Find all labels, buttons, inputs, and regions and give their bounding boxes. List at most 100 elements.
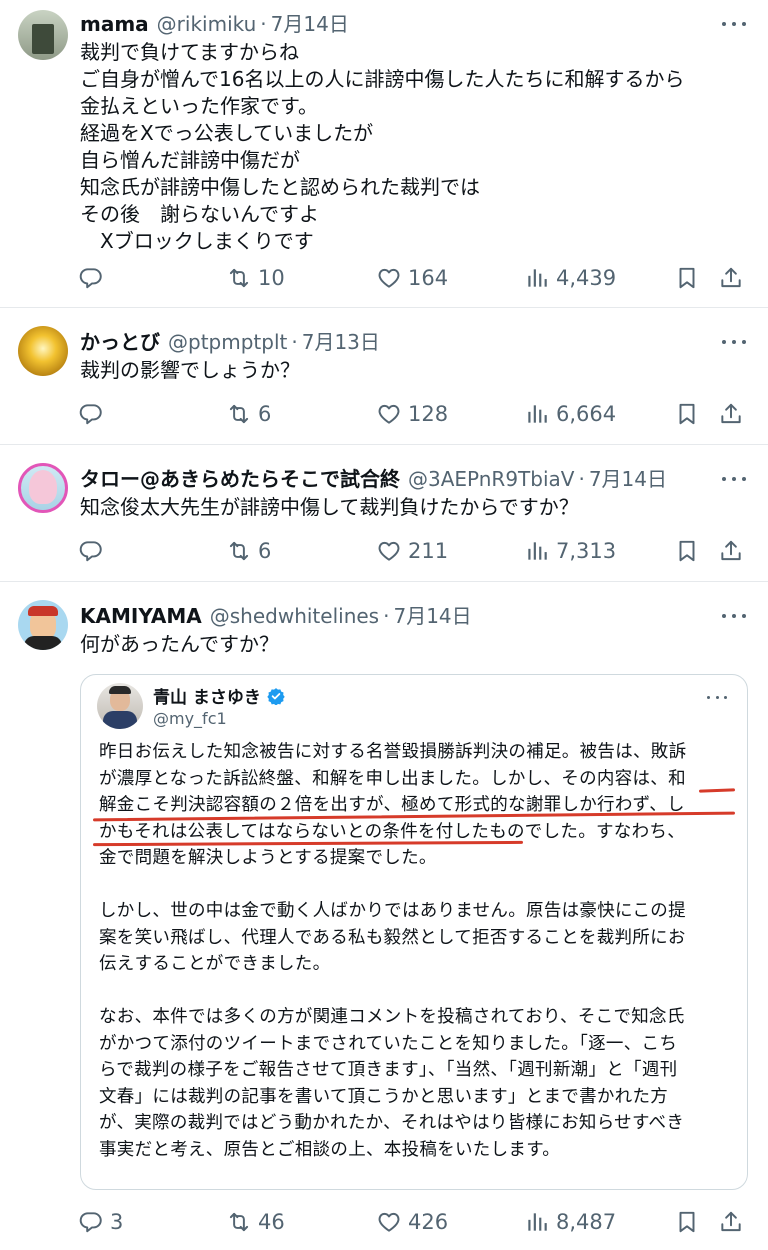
more-icon[interactable]	[707, 689, 727, 705]
quoted-avatar[interactable]	[97, 683, 143, 729]
reply-button[interactable]	[78, 262, 110, 294]
repost-button[interactable]: 6	[226, 535, 271, 567]
display-name[interactable]: mama	[80, 12, 149, 36]
more-icon[interactable]	[722, 14, 746, 34]
repost-button[interactable]: 46	[226, 1206, 285, 1238]
quoted-tweet[interactable]: 青山 まさゆき @my_fc1 昨日お伝えした知念被告に対する名誉毀損勝訴判決の…	[80, 674, 748, 1190]
more-icon[interactable]	[722, 469, 746, 489]
more-icon[interactable]	[722, 332, 746, 352]
tweet-header: KAMIYAMA @shedwhitelines · 7月14日	[80, 600, 710, 628]
view-count: 8,487	[556, 1210, 617, 1234]
bookmark-icon	[674, 265, 700, 291]
repost-button[interactable]: 6	[226, 398, 271, 430]
views-icon	[524, 538, 550, 564]
repost-button[interactable]: 10	[226, 262, 285, 294]
bookmark-icon	[674, 538, 700, 564]
tweet-header: タロー@あきらめたらそこで試合終 @3AEPnR9TbiaV · 7月14日	[80, 463, 710, 491]
like-count: 211	[408, 539, 449, 563]
bookmark-button[interactable]	[674, 1206, 706, 1238]
user-handle[interactable]: @rikimiku	[157, 12, 257, 36]
share-icon	[718, 401, 744, 427]
more-icon[interactable]	[722, 606, 746, 626]
display-name[interactable]: かっとび	[80, 326, 160, 354]
separator: ·	[383, 604, 390, 628]
reply-button[interactable]	[78, 398, 110, 430]
repost-count: 46	[258, 1210, 285, 1234]
tweet-reply[interactable]: かっとび @ptpmptplt · 7月13日 裁判の影響でしょうか？ 6 12…	[0, 308, 768, 445]
views-button[interactable]: 4,439	[524, 262, 616, 294]
timestamp[interactable]: 7月14日	[271, 8, 349, 36]
separator: ·	[578, 467, 585, 491]
tweet-header: mama @rikimiku · 7月14日	[80, 8, 710, 36]
heart-icon	[376, 538, 402, 564]
tweet-reply[interactable]: タロー@あきらめたらそこで試合終 @3AEPnR9TbiaV · 7月14日 知…	[0, 445, 768, 582]
timestamp[interactable]: 7月13日	[302, 326, 380, 354]
tweet-text: 何があったんですか？	[80, 632, 279, 656]
tweet-reply[interactable]: mama @rikimiku · 7月14日 裁判で負けてますからね ご自身が憎…	[0, 0, 768, 308]
user-handle[interactable]: @3AEPnR9TbiaV	[408, 467, 574, 491]
heart-icon	[376, 265, 402, 291]
views-icon	[524, 1209, 550, 1235]
timestamp[interactable]: 7月14日	[589, 463, 667, 491]
bookmark-button[interactable]	[674, 535, 706, 567]
view-count: 7,313	[556, 539, 617, 563]
avatar[interactable]	[18, 10, 68, 60]
action-bar: 10 164 4,439	[78, 262, 748, 294]
tweet-text: 裁判の影響でしょうか？	[80, 358, 300, 382]
quoted-tweet-text: 昨日お伝えした知念被告に対する名誉毀損勝訴判決の補足。被告は、敗訴 が濃厚となっ…	[99, 742, 687, 1160]
views-icon	[524, 265, 550, 291]
verified-badge-icon	[267, 687, 285, 705]
display-name[interactable]: タロー@あきらめたらそこで試合終	[80, 463, 400, 491]
tweet-text: 裁判で負けてますからね ご自身が憎んで16名以上の人に誹謗中傷した人たちに和解す…	[80, 40, 685, 253]
reply-icon	[78, 401, 104, 427]
repost-icon	[226, 1209, 252, 1235]
separator: ·	[260, 12, 267, 36]
share-button[interactable]	[718, 535, 750, 567]
heart-icon	[376, 1209, 402, 1235]
repost-icon	[226, 538, 252, 564]
reply-icon	[78, 265, 104, 291]
bookmark-icon	[674, 401, 700, 427]
view-count: 4,439	[556, 266, 617, 290]
like-button[interactable]: 426	[376, 1206, 448, 1238]
like-count: 164	[408, 266, 449, 290]
views-icon	[524, 401, 550, 427]
timestamp[interactable]: 7月14日	[393, 600, 471, 628]
like-button[interactable]: 128	[376, 398, 448, 430]
reply-count: 3	[110, 1210, 124, 1234]
bookmark-button[interactable]	[674, 398, 706, 430]
quoted-display-name[interactable]: 青山 まさゆき	[153, 683, 285, 708]
share-button[interactable]	[718, 262, 750, 294]
reply-icon	[78, 1209, 104, 1235]
share-icon	[718, 538, 744, 564]
avatar[interactable]	[18, 463, 68, 513]
bookmark-button[interactable]	[674, 262, 706, 294]
avatar[interactable]	[18, 600, 68, 650]
repost-count: 10	[258, 266, 285, 290]
share-icon	[718, 265, 744, 291]
heart-icon	[376, 401, 402, 427]
repost-icon	[226, 401, 252, 427]
like-count: 128	[408, 402, 449, 426]
tweet-header: かっとび @ptpmptplt · 7月13日	[80, 326, 710, 354]
views-button[interactable]: 6,664	[524, 398, 616, 430]
views-button[interactable]: 8,487	[524, 1206, 616, 1238]
display-name[interactable]: KAMIYAMA	[80, 604, 202, 628]
action-bar: 6 128 6,664	[78, 398, 748, 430]
tweet-text: 知念俊太大先生が誹謗中傷して裁判負けたからですか？	[80, 495, 579, 519]
repost-count: 6	[258, 539, 272, 563]
avatar[interactable]	[18, 326, 68, 376]
views-button[interactable]: 7,313	[524, 535, 616, 567]
repost-icon	[226, 265, 252, 291]
quoted-user-handle[interactable]: @my_fc1	[153, 709, 227, 728]
share-button[interactable]	[718, 1206, 750, 1238]
user-handle[interactable]: @shedwhitelines	[210, 604, 379, 628]
like-button[interactable]: 164	[376, 262, 448, 294]
reply-button[interactable]: 3	[78, 1206, 123, 1238]
action-bar: 6 211 7,313	[78, 535, 748, 567]
like-button[interactable]: 211	[376, 535, 448, 567]
reply-button[interactable]	[78, 535, 110, 567]
share-icon	[718, 1209, 744, 1235]
user-handle[interactable]: @ptpmptplt	[168, 330, 287, 354]
share-button[interactable]	[718, 398, 750, 430]
